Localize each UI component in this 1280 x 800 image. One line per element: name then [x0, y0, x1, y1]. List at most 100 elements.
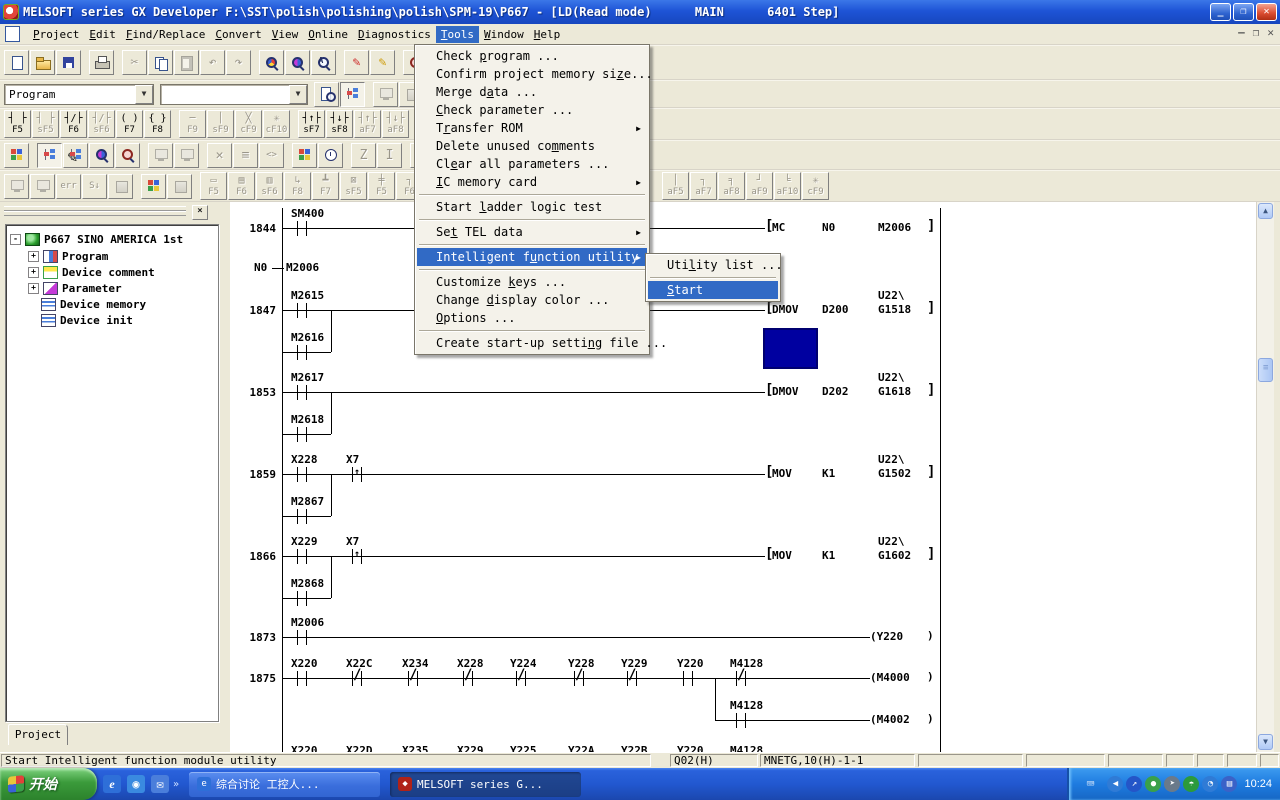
copy-button[interactable] [148, 50, 173, 75]
mdi-close-button[interactable]: ✕ [1267, 26, 1274, 39]
menu-item-customize-keys[interactable]: Customize keys ... [417, 273, 647, 291]
coil-button[interactable]: ( )F7 [116, 110, 143, 138]
tree-item-program[interactable]: +Program [28, 248, 108, 264]
menu-item-set-tel-data[interactable]: Set TEL data▶ [417, 223, 647, 241]
program-type-select[interactable]: Program ▼ [4, 84, 154, 105]
menu-item-check-program[interactable]: Check program ... [417, 47, 647, 65]
menubar-item-tools[interactable]: Tools [436, 26, 479, 43]
download-tray-icon[interactable]: ➤ [1164, 776, 1180, 792]
menubar-item-view[interactable]: View [267, 26, 304, 43]
menu-item-change-display-color[interactable]: Change display color ... [417, 291, 647, 309]
close-button[interactable]: ✕ [1256, 3, 1277, 21]
submenu-item-start[interactable]: Start [648, 281, 778, 299]
menu-item-options[interactable]: Options ... [417, 309, 647, 327]
expand-icon[interactable]: + [28, 283, 39, 294]
monitor-condition-button[interactable] [318, 143, 343, 168]
keyboard-tray-icon[interactable]: ⌨ [1082, 776, 1098, 792]
print-button[interactable] [89, 50, 114, 75]
menu-item-delete-unused-comments[interactable]: Delete unused comments [417, 137, 647, 155]
hide-icons-chevron[interactable]: ◀ [1107, 776, 1123, 792]
menu-item-clear-all-parameters[interactable]: Clear all parameters ... [417, 155, 647, 173]
rung-vline [297, 427, 298, 442]
device-find-button[interactable] [89, 143, 114, 168]
menu-item-create-start-up-setting-file[interactable]: Create start-up setting file ... [417, 334, 647, 352]
scroll-down-button[interactable]: ▼ [1258, 734, 1273, 750]
network-test-button[interactable] [141, 174, 166, 199]
taskbar-task-1[interactable]: e综合讨论 工控人... [189, 772, 380, 797]
chevron-down-icon[interactable]: ▼ [289, 85, 307, 104]
mail-quicklaunch-icon[interactable]: ✉ [151, 775, 169, 793]
pulse-down-button[interactable]: ┤↓├sF8 [326, 110, 353, 138]
layers-tray-icon[interactable]: ▤ [1221, 776, 1237, 792]
device-label: X235 [402, 745, 429, 752]
device-find-icon [94, 147, 110, 163]
tree-item-device-comment[interactable]: +Device comment [28, 264, 155, 280]
menubar-item-convert[interactable]: Convert [210, 26, 266, 43]
device-memory-button[interactable] [4, 143, 29, 168]
menubar-item-diagnostics[interactable]: Diagnostics [353, 26, 436, 43]
media-player-quicklaunch-icon[interactable]: ◉ [127, 775, 145, 793]
search-tray-icon[interactable]: ◔ [1202, 776, 1218, 792]
scroll-up-button[interactable]: ▲ [1258, 203, 1273, 219]
menu-item-ic-memory-card[interactable]: IC memory card▶ [417, 173, 647, 191]
open-project-button[interactable] [30, 50, 55, 75]
menubar-item-help[interactable]: Help [529, 26, 566, 43]
instruction-find-button[interactable] [115, 143, 140, 168]
antivirus-tray-icon[interactable]: ● [1145, 776, 1161, 792]
menubar-item-window[interactable]: Window [479, 26, 529, 43]
ie-quicklaunch-icon[interactable]: e [103, 775, 121, 793]
save-project-button[interactable] [56, 50, 81, 75]
application-instruction-button[interactable]: { }F8 [144, 110, 171, 138]
close-contact-button[interactable]: ┤/├F6 [60, 110, 87, 138]
find-string-button[interactable]: A [311, 50, 336, 75]
menu-item-intelligent-function-utility[interactable]: Intelligent function utility▶ [417, 248, 647, 266]
expand-icon[interactable]: + [28, 267, 39, 278]
menu-item-transfer-rom[interactable]: Transfer ROM▶ [417, 119, 647, 137]
umbrella-tray-icon[interactable]: ☂ [1183, 776, 1199, 792]
restore-button[interactable]: ❐ [1233, 3, 1254, 21]
menu-item-check-parameter[interactable]: Check parameter ... [417, 101, 647, 119]
tree-item-parameter[interactable]: +Parameter [28, 280, 122, 296]
tab-project[interactable]: Project [8, 724, 68, 745]
new-file-button[interactable] [4, 50, 29, 75]
network-parameter-button[interactable] [292, 143, 317, 168]
minimize-button[interactable]: _ [1210, 3, 1231, 21]
menu-item-start-ladder-logic-test[interactable]: Start ladder logic test [417, 198, 647, 216]
pulse-up-button[interactable]: ┤↑├sF7 [298, 110, 325, 138]
menubar-item-findreplace[interactable]: Find/Replace [121, 26, 210, 43]
tree-item-device-memory[interactable]: Device memory [28, 296, 146, 312]
mdi-minimize-button[interactable]: — [1238, 26, 1245, 39]
write-mode-button[interactable]: ✎ [344, 50, 369, 75]
scrollbar-thumb[interactable] [1258, 358, 1273, 382]
ladder-edit-cursor[interactable] [763, 328, 818, 369]
vertical-scrollbar[interactable]: ▲ ▼ [1256, 202, 1274, 752]
find-contact-button[interactable] [285, 50, 310, 75]
menubar-item-edit[interactable]: Edit [84, 26, 121, 43]
mdi-restore-button[interactable]: ❐ [1253, 26, 1260, 39]
menu-separator [419, 219, 645, 220]
tree-item-root[interactable]: -P667 SINO AMERICA 1st [10, 231, 183, 247]
submenu-item-utility-list[interactable]: Utility list ... [648, 256, 778, 274]
macro-button[interactable] [314, 82, 339, 107]
tree-item-device-init[interactable]: Device init [28, 312, 133, 328]
menubar-item-online[interactable]: Online [303, 26, 353, 43]
open-contact-button[interactable]: ┤ ├F5 [4, 110, 31, 138]
panel-gripper[interactable] [4, 211, 186, 216]
chevron-down-icon[interactable]: ▼ [135, 85, 153, 104]
find-device-button[interactable] [259, 50, 284, 75]
menubar-item-project[interactable]: Project [28, 26, 84, 43]
expand-icon[interactable]: + [28, 251, 39, 262]
collapse-icon[interactable]: - [10, 234, 21, 245]
data-name-select[interactable]: ▼ [160, 84, 308, 105]
menu-item-merge-data[interactable]: Merge data ... [417, 83, 647, 101]
taskbar-task-2[interactable]: ◆MELSOFT series G... [390, 772, 581, 797]
project-tree-toggle-button[interactable] [340, 82, 365, 107]
network-tray-icon[interactable]: ↗ [1126, 776, 1142, 792]
close-panel-button[interactable]: × [192, 205, 208, 220]
monitor-write-button[interactable]: ✎ [370, 50, 395, 75]
comment-edit-button[interactable]: ✎ [63, 143, 88, 168]
menu-item-confirm-project-memory-size[interactable]: Confirm project memory size... [417, 65, 647, 83]
comment-display-button[interactable] [37, 143, 62, 168]
start-button[interactable]: 开始 [0, 768, 97, 800]
error-jump-button: err [56, 174, 81, 199]
